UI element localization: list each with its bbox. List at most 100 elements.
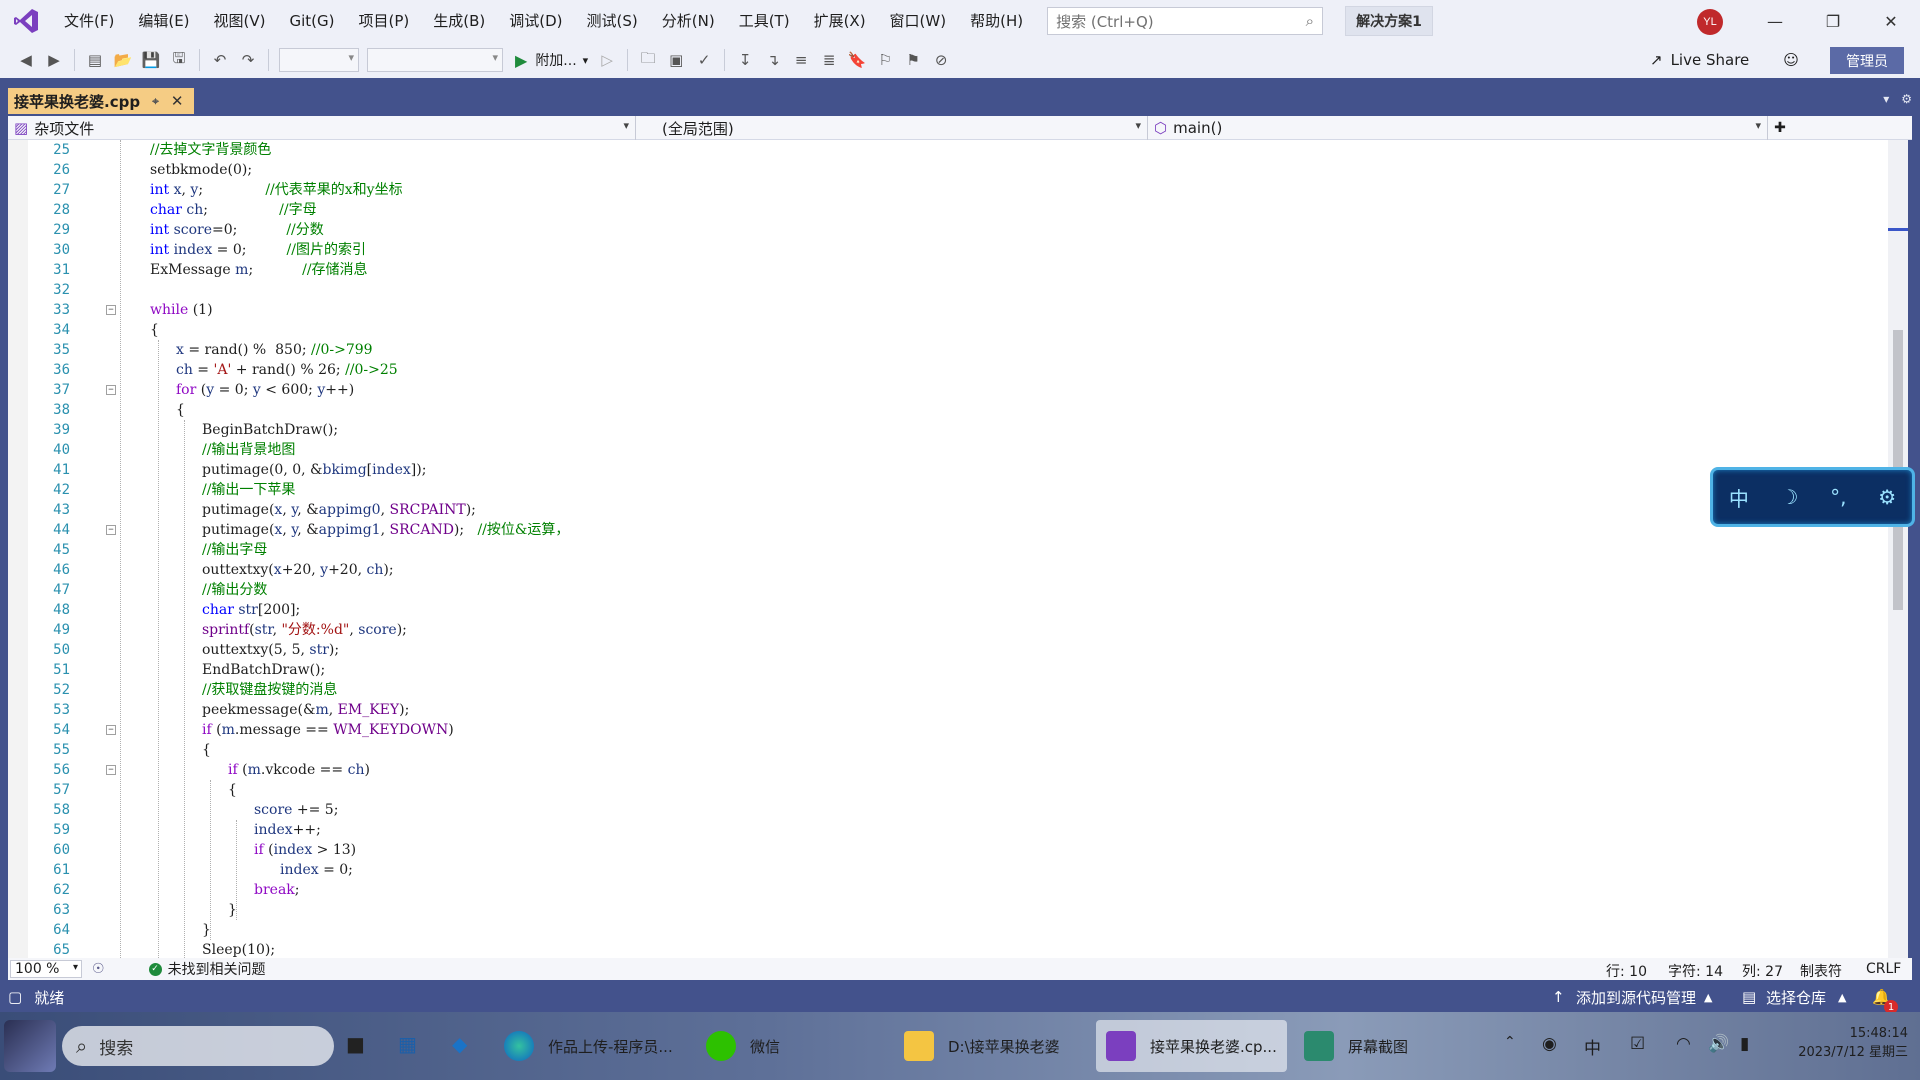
- menu-git[interactable]: Git(G): [278, 0, 347, 42]
- fold-collapse-icon[interactable]: −: [106, 525, 116, 535]
- code-line[interactable]: 44 − putimage(x, y, &appimg1, SRCAND); //按…: [8, 520, 1888, 540]
- layers-app-icon[interactable]: ◆: [452, 1032, 467, 1056]
- battery-icon[interactable]: ▮: [1740, 1034, 1749, 1054]
- tabs-mode[interactable]: 制表符: [1800, 961, 1842, 981]
- menu-window[interactable]: 窗口(W): [878, 0, 959, 42]
- pin-icon[interactable]: ⌖: [152, 94, 159, 109]
- code-line[interactable]: 63}: [8, 900, 1888, 920]
- code-line[interactable]: 61 index = 0;: [8, 860, 1888, 880]
- start-avatar[interactable]: [4, 1020, 56, 1072]
- moon-icon[interactable]: ☽: [1781, 485, 1799, 509]
- code-line[interactable]: 28 char ch; //字母: [8, 200, 1888, 220]
- code-line[interactable]: 59 index++;: [8, 820, 1888, 840]
- undo-icon[interactable]: ↶: [209, 49, 231, 71]
- code-line[interactable]: 37 − for (y = 0; y < 600; y++): [8, 380, 1888, 400]
- navigate-back-icon[interactable]: ◀: [15, 49, 37, 71]
- code-line[interactable]: 45 //输出字母: [8, 540, 1888, 560]
- code-line[interactable]: 41 putimage(0, 0, &bkimg[index]);: [8, 460, 1888, 480]
- code-line[interactable]: 30 int index = 0; //图片的索引: [8, 240, 1888, 260]
- taskbar-app-wechat[interactable]: 微信: [706, 1020, 780, 1072]
- member-select[interactable]: ⬡ main(): [1148, 116, 1768, 140]
- code-line[interactable]: 48 char str[200];: [8, 600, 1888, 620]
- code-editor[interactable]: 25 //去掉文字背景颜色 26 setbkmode(0); 27 int x, y; /…: [8, 140, 1896, 958]
- code-line[interactable]: 35 x = rand() % 850; //0->799: [8, 340, 1888, 360]
- comment-lines-icon[interactable]: ≡: [790, 49, 812, 71]
- code-line[interactable]: 46 outtextxy(x+20, y+20, ch);: [8, 560, 1888, 580]
- fold-collapse-icon[interactable]: −: [106, 385, 116, 395]
- add-to-source-control[interactable]: 添加到源代码管理: [1576, 987, 1696, 1008]
- taskbar-search[interactable]: ⌕ 搜索: [62, 1026, 334, 1066]
- save-icon[interactable]: 💾: [140, 49, 162, 71]
- redo-icon[interactable]: ↷: [237, 49, 259, 71]
- taskbar-app-edge[interactable]: 作品上传-程序员...: [504, 1020, 673, 1072]
- code-line[interactable]: 64}: [8, 920, 1888, 940]
- code-line[interactable]: 31 ExMessage m; //存储消息: [8, 260, 1888, 280]
- line-number[interactable]: 行: 10: [1606, 961, 1647, 981]
- gear-icon[interactable]: ⚙: [1901, 92, 1912, 106]
- fold-collapse-icon[interactable]: −: [106, 725, 116, 735]
- menu-project[interactable]: 项目(P): [347, 0, 422, 42]
- code-line[interactable]: 52 //获取键盘按键的消息: [8, 680, 1888, 700]
- menu-test[interactable]: 测试(S): [575, 0, 650, 42]
- project-select[interactable]: ▨ 杂项文件: [8, 116, 636, 140]
- step-into-icon[interactable]: ↧: [734, 49, 756, 71]
- tray-check-icon[interactable]: ☑: [1630, 1034, 1645, 1054]
- navigate-forward-icon[interactable]: ▶: [43, 49, 65, 71]
- admin-button[interactable]: 管理员: [1830, 47, 1904, 74]
- punctuation-icon[interactable]: °,: [1830, 485, 1846, 509]
- solution-name[interactable]: 解决方案1: [1345, 6, 1433, 36]
- avatar[interactable]: YL: [1697, 9, 1723, 35]
- code-line[interactable]: 56 − if (m.vkcode == ch): [8, 760, 1888, 780]
- repository-icon[interactable]: ▤: [1742, 988, 1756, 1006]
- code-line[interactable]: 47 //输出分数: [8, 580, 1888, 600]
- menu-view[interactable]: 视图(V): [202, 0, 278, 42]
- ime-settings-icon[interactable]: ⚙: [1878, 485, 1896, 509]
- code-line[interactable]: 60 if (index > 13): [8, 840, 1888, 860]
- save-all-icon[interactable]: 🖫: [168, 49, 190, 71]
- code-line[interactable]: 51 EndBatchDraw();: [8, 660, 1888, 680]
- code-line[interactable]: 33 − while (1): [8, 300, 1888, 320]
- step-over-icon[interactable]: ↴: [762, 49, 784, 71]
- code-line[interactable]: 58 score += 5;: [8, 800, 1888, 820]
- char-number[interactable]: 字符: 14: [1668, 961, 1723, 981]
- code-line[interactable]: 34 {: [8, 320, 1888, 340]
- widgets-icon[interactable]: ▦: [398, 1032, 417, 1056]
- code-line[interactable]: 55 {: [8, 740, 1888, 760]
- open-file-icon[interactable]: 📂: [112, 49, 134, 71]
- solution-configuration-select[interactable]: [279, 48, 359, 72]
- code-line[interactable]: 65 Sleep(10);: [8, 940, 1888, 958]
- solution-platform-select[interactable]: [367, 48, 503, 72]
- taskbar-app-visual-studio[interactable]: 接苹果换老婆.cp...: [1096, 1020, 1287, 1072]
- menu-help[interactable]: 帮助(H): [958, 0, 1035, 42]
- menu-debug[interactable]: 调试(D): [497, 0, 574, 42]
- menu-tools[interactable]: 工具(T): [727, 0, 802, 42]
- code-line[interactable]: 25 //去掉文字背景颜色: [8, 140, 1888, 160]
- attach-button[interactable]: ▶ 附加... ▾: [515, 50, 588, 70]
- code-line[interactable]: 36 ch = 'A' + rand() % 26; //0->25: [8, 360, 1888, 380]
- live-share-button[interactable]: ↗ Live Share ☺: [1650, 42, 1799, 78]
- vertical-scrollbar[interactable]: [1888, 140, 1908, 958]
- code-line[interactable]: 26 setbkmode(0);: [8, 160, 1888, 180]
- folder-view-icon[interactable]: 🗀: [637, 49, 659, 71]
- menu-edit[interactable]: 编辑(E): [126, 0, 201, 42]
- fold-collapse-icon[interactable]: −: [106, 305, 116, 315]
- tray-app-icon[interactable]: ◉: [1542, 1034, 1557, 1054]
- menu-extensions[interactable]: 扩展(X): [802, 0, 878, 42]
- input-language[interactable]: 中: [1584, 1034, 1601, 1059]
- taskbar-app-explorer[interactable]: D:\接苹果换老婆: [904, 1020, 1060, 1072]
- close-tab-icon[interactable]: ✕: [171, 92, 184, 110]
- issues-indicator[interactable]: ✓ 未找到相关问题: [148, 959, 266, 979]
- wifi-icon[interactable]: ◠: [1676, 1034, 1691, 1054]
- spell-check-icon[interactable]: ✓: [693, 49, 715, 71]
- output-window-icon[interactable]: ▢: [8, 988, 22, 1006]
- code-line[interactable]: 40 //输出背景地图: [8, 440, 1888, 460]
- code-line[interactable]: 32: [8, 280, 1888, 300]
- restore-button[interactable]: ❐: [1804, 0, 1862, 42]
- search-input[interactable]: 搜索 (Ctrl+Q) ⌕: [1047, 7, 1324, 35]
- code-line[interactable]: 27 int x, y; //代表苹果的x和y坐标: [8, 180, 1888, 200]
- code-line[interactable]: 43 putimage(x, y, &appimg0, SRCPAINT);: [8, 500, 1888, 520]
- zoom-select[interactable]: 100 %: [10, 960, 82, 978]
- code-line[interactable]: 42 //输出一下苹果: [8, 480, 1888, 500]
- window-layout-icon[interactable]: ▣: [665, 49, 687, 71]
- next-bookmark-icon[interactable]: ⚑: [902, 49, 924, 71]
